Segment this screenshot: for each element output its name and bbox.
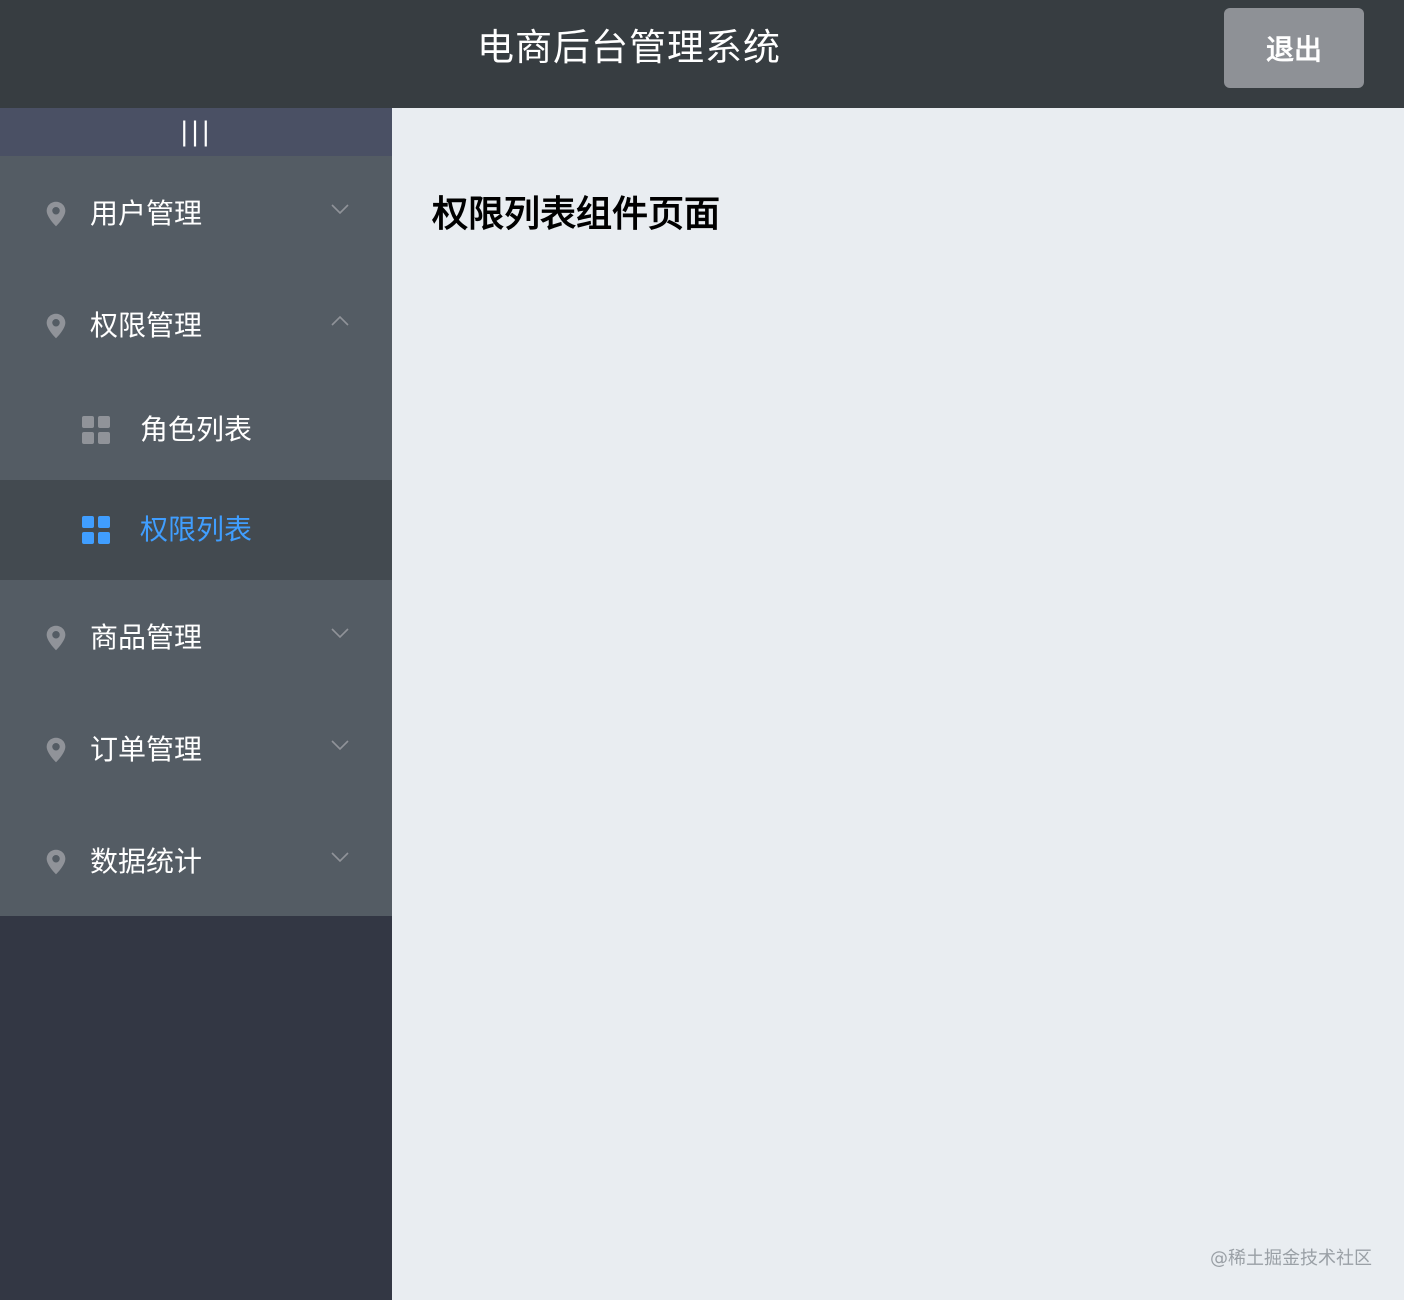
sidebar-toggle-button[interactable]: ||| bbox=[0, 108, 392, 156]
menu-item-users[interactable]: 用户管理 bbox=[0, 156, 392, 268]
location-icon bbox=[46, 737, 66, 763]
top-header: 电商后台管理系统 退出 bbox=[0, 0, 1404, 108]
menu-item-label: 数据统计 bbox=[90, 845, 203, 878]
submenu-item-label: 角色列表 bbox=[140, 413, 253, 446]
menu-item-label: 订单管理 bbox=[90, 733, 203, 766]
main-content: 权限列表组件页面 @稀土掘金技术社区 bbox=[392, 108, 1404, 1300]
submenu-item-roles[interactable]: 角色列表 bbox=[0, 380, 392, 480]
app-root: 电商后台管理系统 退出 ||| 用户管理 权限管理 角色列表 权限列表 商品管理… bbox=[0, 0, 1404, 1300]
sidebar-menu: 用户管理 权限管理 角色列表 权限列表 商品管理 订单管理 数据统计 bbox=[0, 156, 392, 916]
location-icon bbox=[46, 201, 66, 227]
menu-item-orders[interactable]: 订单管理 bbox=[0, 692, 392, 804]
grid-icon bbox=[82, 516, 110, 544]
grid-icon bbox=[82, 416, 110, 444]
menu-item-label: 商品管理 bbox=[90, 621, 203, 654]
watermark: @稀土掘金技术社区 bbox=[1210, 1248, 1372, 1269]
chevron-down-icon bbox=[331, 740, 349, 751]
page-title: 权限列表组件页面 bbox=[432, 194, 721, 235]
location-icon bbox=[46, 313, 66, 339]
logout-button[interactable]: 退出 bbox=[1224, 8, 1364, 88]
submenu-item-rights[interactable]: 权限列表 bbox=[0, 480, 392, 580]
menu-item-permissions[interactable]: 权限管理 bbox=[0, 268, 392, 380]
location-icon bbox=[46, 849, 66, 875]
chevron-down-icon bbox=[331, 628, 349, 639]
chevron-down-icon bbox=[331, 204, 349, 215]
menu-item-label: 权限管理 bbox=[90, 309, 203, 342]
menu-item-label: 用户管理 bbox=[90, 197, 203, 230]
app-title: 电商后台管理系统 bbox=[477, 26, 781, 69]
chevron-up-icon bbox=[331, 315, 349, 326]
submenu-item-label: 权限列表 bbox=[140, 513, 253, 546]
menu-item-goods[interactable]: 商品管理 bbox=[0, 580, 392, 692]
location-icon bbox=[46, 625, 66, 651]
chevron-down-icon bbox=[331, 852, 349, 863]
sidebar: ||| 用户管理 权限管理 角色列表 权限列表 商品管理 订单管理 数据统计 bbox=[0, 108, 392, 1300]
menu-item-reports[interactable]: 数据统计 bbox=[0, 804, 392, 916]
